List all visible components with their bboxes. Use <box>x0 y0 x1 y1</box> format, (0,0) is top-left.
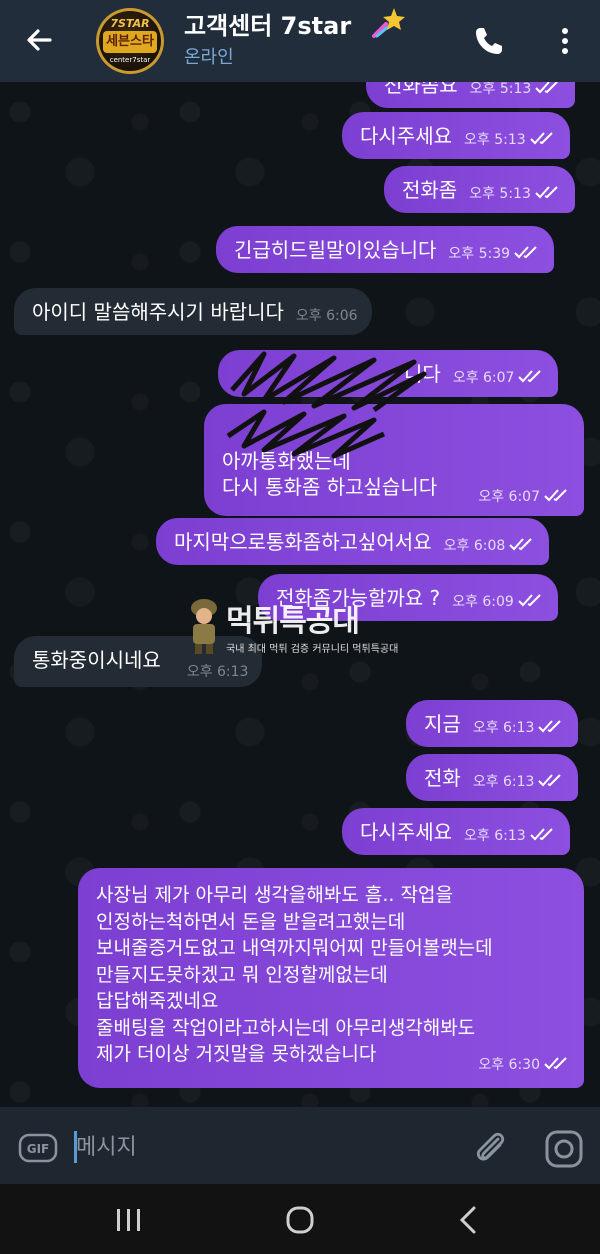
double-check-icon <box>518 370 542 383</box>
message-time: 오후 6:07 <box>452 370 515 386</box>
back-arrow-icon[interactable] <box>20 20 60 60</box>
chat-header: 7STAR 세븐스타 center7star 고객센터 7star 온라인 <box>0 0 600 82</box>
message-text: 전화 <box>424 766 461 790</box>
double-check-icon <box>544 1057 567 1070</box>
message-bubble[interactable]: 긴급히드릴말이있습니다 오후 5:39 <box>216 226 555 273</box>
message-time: 오후 6:09 <box>452 594 514 610</box>
double-check-icon <box>535 186 558 199</box>
double-check-icon <box>518 594 541 607</box>
message-text: 다시주세요 <box>360 820 452 844</box>
svg-text:GIF: GIF <box>27 1142 50 1156</box>
message-bubble[interactable]: 지금 오후 6:13 <box>406 700 579 747</box>
system-back-icon[interactable] <box>452 1200 486 1240</box>
message-time: 오후 6:13 <box>186 664 249 680</box>
message-text: 전화좀 <box>402 178 458 202</box>
watermark: 먹튀특공대 국내 최대 먹튀 검증 커뮤니티 먹튀특공대 <box>186 596 426 660</box>
double-check-icon <box>529 828 553 841</box>
avatar-logo-bot: center7star <box>109 56 151 64</box>
double-check-icon <box>538 720 562 733</box>
avatar[interactable]: 7STAR 세븐스타 center7star <box>96 8 164 74</box>
attach-paperclip-icon[interactable] <box>470 1127 510 1167</box>
message-time: 오후 5:39 <box>448 246 511 262</box>
message-input[interactable] <box>76 1129 456 1165</box>
message-input-bar: GIF <box>0 1107 600 1184</box>
message-bubble[interactable]: 아이디 말씀해주시기 바랍니다 오후 6:06 <box>14 288 372 335</box>
phone-call-icon[interactable] <box>470 22 508 60</box>
double-check-icon <box>509 538 532 551</box>
message-bubble[interactable]: 전화 오후 6:13 <box>406 754 579 801</box>
message-text: 긴급히드릴말이있습니다 <box>234 238 437 262</box>
message-time: 오후 6:13 <box>464 828 526 844</box>
message-time: 오후 5:13 <box>469 81 532 97</box>
message-time: 오후 6:13 <box>472 720 535 736</box>
message-bubble[interactable]: 사장님 제가 아무리 생각을해봐도 흠.. 작업을 인정하는척하면서 돈을 받을… <box>78 868 584 1088</box>
message-text: 통화중이시네요 <box>32 648 161 672</box>
more-options-icon[interactable] <box>550 22 580 60</box>
double-check-icon <box>544 489 567 502</box>
double-check-icon <box>529 132 553 145</box>
avatar-logo-mid: 세븐스타 <box>103 31 157 53</box>
message-text: 지금 <box>424 712 461 736</box>
message-time: 오후 5:13 <box>464 132 526 148</box>
recent-apps-icon[interactable] <box>112 1200 146 1240</box>
double-check-icon <box>535 81 558 94</box>
gif-icon[interactable]: GIF <box>18 1128 58 1168</box>
soldier-mascot-icon <box>191 599 217 654</box>
redaction-scribble <box>226 351 427 459</box>
message-bubble[interactable]: 다시주세요 오후 5:13 <box>342 112 570 159</box>
chat-title[interactable]: 고객센터 7star <box>184 6 351 41</box>
message-text: 마지막으로통화좀하고싶어서요 <box>174 530 432 554</box>
message-bubble[interactable]: 마지막으로통화좀하고싶어서요 오후 6:08 <box>156 518 550 565</box>
watermark-subtitle: 국내 최대 먹튀 검증 커뮤니티 먹튀특공대 <box>226 644 399 655</box>
message-text: 사장님 제가 아무리 생각을해봐도 흠.. 작업을 인정하는척하면서 돈을 받을… <box>96 884 493 1065</box>
camera-icon[interactable] <box>542 1127 586 1171</box>
message-time: 오후 6:08 <box>443 538 506 554</box>
message-text: 다시주세요 <box>360 124 452 148</box>
double-check-icon <box>514 246 537 259</box>
system-navigation-bar <box>0 1184 600 1254</box>
shooting-star-icon <box>372 8 405 38</box>
message-bubble[interactable]: 다시주세요 오후 6:13 <box>342 808 570 855</box>
online-status: 온라인 <box>184 47 234 68</box>
message-bubble[interactable]: 전화좀 오후 5:13 <box>384 166 575 213</box>
message-text: 아이디 말씀해주시기 바랍니다 <box>32 300 284 324</box>
home-icon[interactable] <box>282 1200 318 1240</box>
watermark-title: 먹튀특공대 <box>226 604 360 639</box>
message-time: 오후 6:07 <box>478 489 540 505</box>
message-time: 오후 5:13 <box>469 186 531 202</box>
message-time: 오후 6:30 <box>478 1057 540 1073</box>
message-time: 오후 6:06 <box>295 308 358 324</box>
message-time: 오후 6:13 <box>472 774 535 790</box>
avatar-logo-top: 7STAR <box>110 17 150 30</box>
double-check-icon <box>538 774 562 787</box>
